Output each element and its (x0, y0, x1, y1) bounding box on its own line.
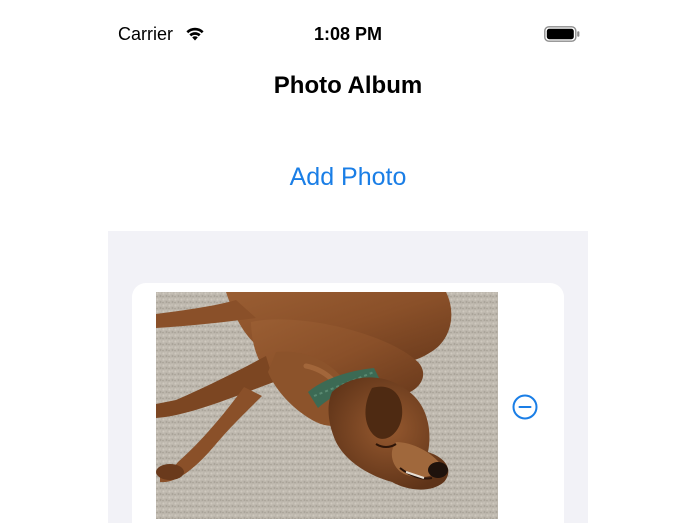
battery-icon (544, 26, 580, 42)
page-title: Photo Album (273, 72, 423, 99)
minus-circle-icon[interactable] (511, 393, 539, 421)
clock: 1:08 PM (313, 24, 383, 44)
add-photo-button[interactable]: Add Photo (108, 163, 588, 192)
app-screen: Carrier 1:08 PM Photo Album Add Photo (0, 0, 690, 523)
dog-photo (156, 292, 498, 519)
status-bar: Carrier 1:08 PM (108, 18, 588, 50)
